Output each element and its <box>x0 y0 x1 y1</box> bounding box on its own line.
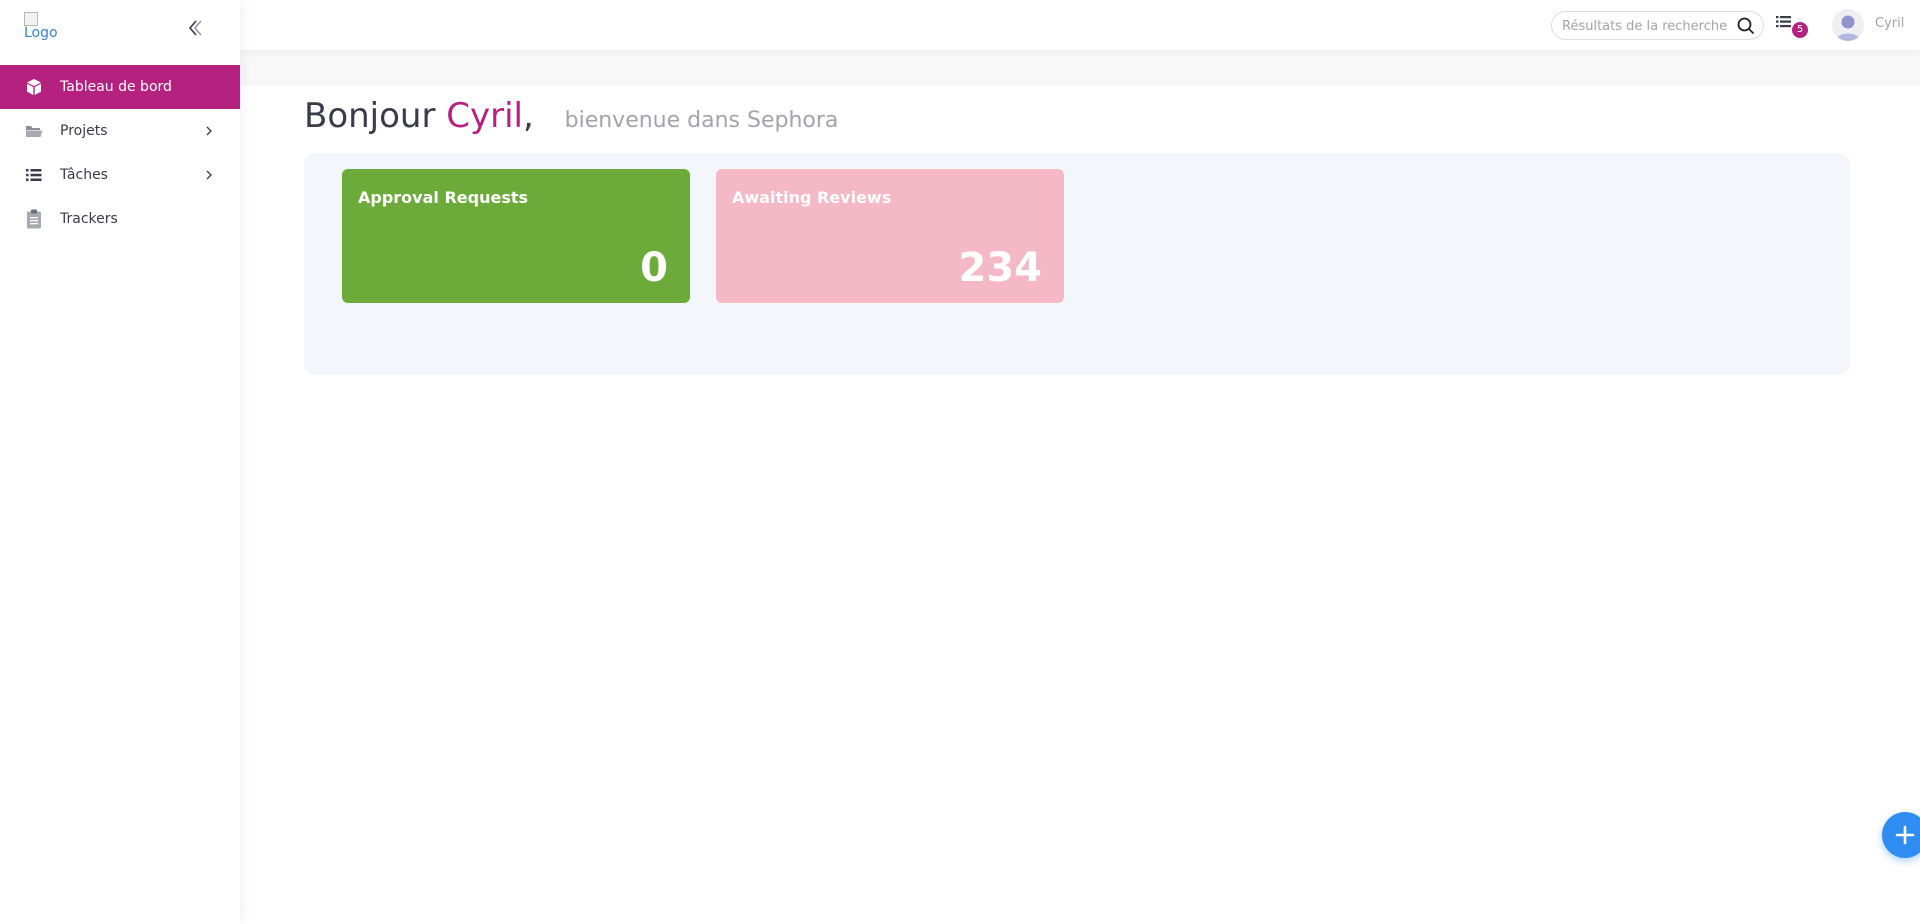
card-title: Awaiting Reviews <box>732 188 892 207</box>
sidebar-item-dashboard[interactable]: Tableau de bord <box>0 65 240 109</box>
approval-requests-card[interactable]: Approval Requests 0 <box>342 169 690 303</box>
sidebar-item-label: Tableau de bord <box>60 79 172 95</box>
card-value: 0 <box>640 245 668 291</box>
sidebar-item-label: Tâches <box>60 167 108 183</box>
card-title: Approval Requests <box>358 188 529 207</box>
broken-image-icon <box>24 12 38 26</box>
greeting-prefix: Bonjour <box>304 96 436 136</box>
sidebar-item-trackers[interactable]: Trackers <box>0 197 240 241</box>
clipboard-icon <box>24 209 44 229</box>
sidebar: Logo Tableau de bord Projets Tâches Trac… <box>0 0 240 924</box>
notification-badge: 5 <box>1792 22 1808 38</box>
chevron-right-icon <box>206 126 212 136</box>
search-input[interactable] <box>1562 17 1732 35</box>
double-chevron-left-icon <box>188 20 202 36</box>
greeting-name: Cyril <box>446 96 523 136</box>
folder-icon <box>24 121 44 141</box>
collapse-sidebar-button[interactable] <box>184 16 208 40</box>
content-header-strip <box>240 50 1920 86</box>
plus-icon <box>1895 825 1915 845</box>
awaiting-reviews-card[interactable]: Awaiting Reviews 234 <box>716 169 1064 303</box>
cube-icon <box>24 77 44 97</box>
dashboard-panel: Approval Requests 0 Awaiting Reviews 234 <box>304 153 1850 375</box>
list-icon <box>24 165 44 185</box>
sidebar-item-tasks[interactable]: Tâches <box>0 153 240 197</box>
user-avatar-icon <box>1836 15 1860 41</box>
welcome-subtitle: bienvenue dans Sephora <box>564 108 839 133</box>
chevron-right-icon <box>206 170 212 180</box>
search-box <box>1551 11 1764 40</box>
add-button[interactable] <box>1882 812 1920 858</box>
task-list-button[interactable]: 5 <box>1776 14 1814 38</box>
logo[interactable]: Logo <box>24 12 68 46</box>
topbar: 5 Cyril <box>240 0 1920 50</box>
sidebar-nav: Tableau de bord Projets Tâches Trackers <box>0 65 240 241</box>
card-value: 234 <box>958 245 1043 291</box>
logo-alt-text: Logo <box>24 25 58 41</box>
sidebar-item-projects[interactable]: Projets <box>0 109 240 153</box>
sidebar-item-label: Projets <box>60 123 108 139</box>
greeting-comma: , <box>523 96 534 136</box>
avatar[interactable] <box>1832 9 1864 41</box>
page-title: Bonjour Cyril, bienvenue dans Sephora <box>304 96 838 136</box>
user-name[interactable]: Cyril <box>1875 16 1904 31</box>
list-icon <box>1776 16 1791 28</box>
sidebar-item-label: Trackers <box>60 211 118 227</box>
search-icon[interactable] <box>1737 17 1755 35</box>
